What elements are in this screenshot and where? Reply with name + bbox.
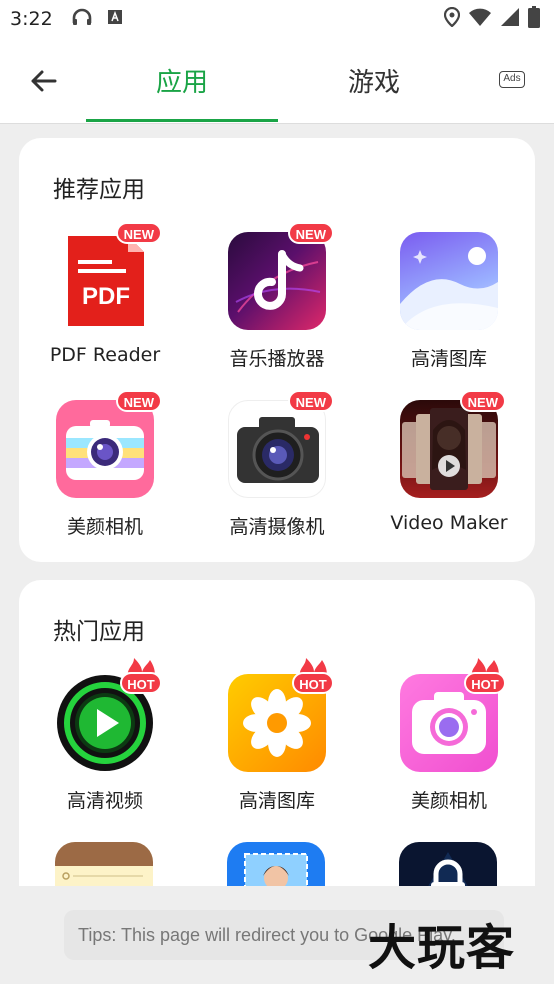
app-label: 高清视频 <box>66 790 143 812</box>
back-button[interactable] <box>24 62 62 100</box>
ads-icon[interactable]: Ads <box>499 71 525 88</box>
app-hd-camera[interactable]: NEW 高清摄像机 <box>191 390 363 539</box>
status-bar: 3:22 <box>0 0 554 38</box>
lock-icon[interactable] <box>399 842 497 886</box>
status-time: 3:22 <box>10 8 53 30</box>
app-label: 美颜相机 <box>410 790 487 812</box>
camera-icon <box>228 400 326 498</box>
new-badge: NEW <box>287 222 334 244</box>
new-badge: NEW <box>115 222 162 244</box>
signal-icon <box>500 7 520 31</box>
app-hd-gallery[interactable]: HOT 高清图库 <box>191 658 363 813</box>
notification-a-icon <box>107 9 123 29</box>
gallery-icon <box>400 232 498 330</box>
app-label: Video Maker <box>390 512 508 534</box>
arrow-left-icon <box>31 70 57 92</box>
app-beauty-camera[interactable]: NEW 美颜相机 <box>19 390 191 539</box>
music-note-icon <box>228 232 326 330</box>
app-label: 美颜相机 <box>66 516 143 538</box>
hot-badge: HOT <box>120 656 162 696</box>
svg-text:PDF: PDF <box>82 283 130 310</box>
app-music-player[interactable]: NEW 音乐播放器 <box>191 222 363 371</box>
battery-icon <box>528 6 540 32</box>
new-badge: NEW <box>459 390 506 412</box>
pdf-icon: PDF <box>56 232 154 330</box>
id-photo-icon[interactable] <box>227 842 325 886</box>
wifi-icon <box>468 7 492 31</box>
section-title: 热门应用 <box>53 619 145 645</box>
app-label: PDF Reader <box>49 344 161 366</box>
video-maker-icon <box>400 400 498 498</box>
app-label: 音乐播放器 <box>229 348 325 370</box>
new-badge: NEW <box>287 390 334 412</box>
app-video-maker[interactable]: NEW Video Maker <box>363 390 535 534</box>
headphones-icon <box>71 8 93 30</box>
app-label: 高清图库 <box>410 348 487 370</box>
popular-card: 热门应用 HOT 高清视频 HOT 高清图库 HOT 美颜相机 <box>19 580 535 886</box>
app-label: 高清图库 <box>238 790 315 812</box>
content-scroll[interactable]: 推荐应用 PDF NEW PDF Reader NEW 音乐播放器 高清图库 N… <box>0 124 554 886</box>
section-title: 推荐应用 <box>53 177 145 203</box>
location-icon <box>443 6 461 31</box>
bottom-bar: Tips: This page will redirect you to Goo… <box>0 886 554 984</box>
app-pdf-reader[interactable]: PDF NEW PDF Reader <box>19 222 191 366</box>
beauty-camera-icon <box>56 400 154 498</box>
hot-badge: HOT <box>292 656 334 696</box>
hot-badge: HOT <box>464 656 506 696</box>
new-badge: NEW <box>115 390 162 412</box>
notepad-icon[interactable] <box>55 842 153 886</box>
watermark-logo: 大玩客 <box>368 920 516 976</box>
app-label: 高清摄像机 <box>229 516 325 538</box>
header: 应用 游戏 Ads <box>0 38 554 124</box>
app-hd-video[interactable]: HOT 高清视频 <box>19 658 191 813</box>
tab-games[interactable]: 游戏 <box>278 60 470 100</box>
tab-apps[interactable]: 应用 <box>86 60 278 100</box>
recommended-card: 推荐应用 PDF NEW PDF Reader NEW 音乐播放器 高清图库 N… <box>19 138 535 562</box>
tab-indicator <box>86 119 278 122</box>
app-beauty-camera-2[interactable]: HOT 美颜相机 <box>363 658 535 813</box>
app-gallery[interactable]: 高清图库 <box>363 232 535 371</box>
